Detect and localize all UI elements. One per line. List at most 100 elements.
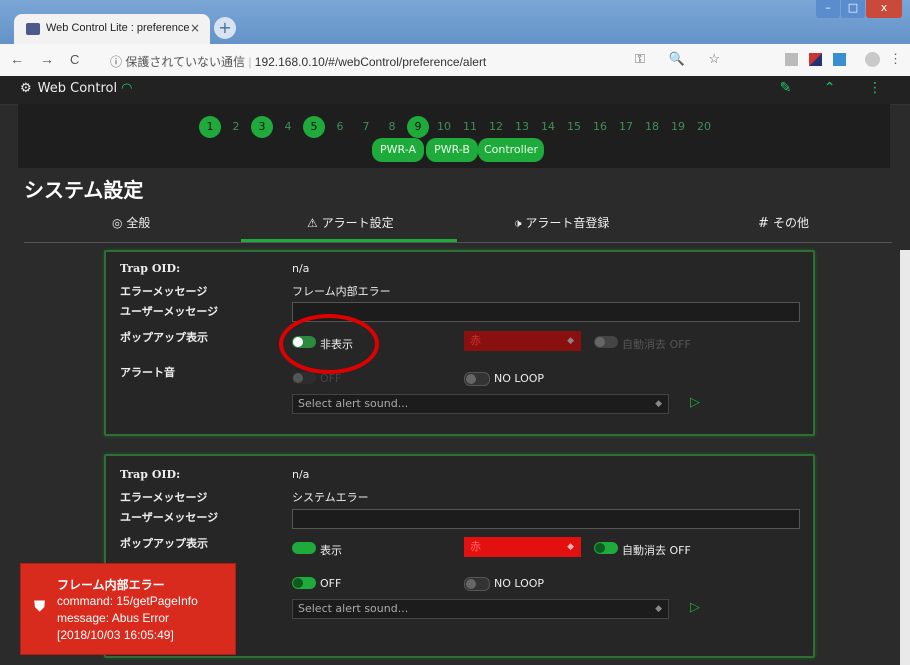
unit-number-button[interactable]: 13 bbox=[511, 116, 533, 138]
loop-text: NO LOOP bbox=[494, 577, 545, 590]
tab-general[interactable]: ◎ 全般 bbox=[112, 214, 150, 231]
trap-oid-label: Trap OID: bbox=[120, 468, 181, 481]
tab-alert-settings[interactable]: ⚠ アラート設定 bbox=[307, 214, 394, 231]
unit-number-button[interactable]: 2 bbox=[225, 116, 247, 138]
target-icon: ◎ bbox=[112, 216, 123, 230]
unit-number-button[interactable]: 14 bbox=[537, 116, 559, 138]
tab-label: アラート設定 bbox=[321, 216, 394, 230]
auto-clear-text: 自動消去 OFF bbox=[622, 338, 691, 351]
toggle-knob bbox=[293, 373, 303, 383]
unit-number-button[interactable]: 4 bbox=[277, 116, 299, 138]
minimize-button[interactable]: – bbox=[816, 0, 840, 18]
unit-number-button[interactable]: 6 bbox=[329, 116, 351, 138]
loop-text: NO LOOP bbox=[494, 372, 545, 385]
profile-icon[interactable] bbox=[865, 52, 880, 67]
url-text: 192.168.0.10/#/webControl/preference/ale… bbox=[254, 55, 487, 69]
unit-number-button[interactable]: 15 bbox=[563, 116, 585, 138]
unit-number-button[interactable]: 3 bbox=[251, 116, 273, 138]
toast-title: フレーム内部エラー bbox=[57, 578, 165, 592]
close-window-button[interactable]: x bbox=[866, 0, 902, 18]
user-message-input[interactable] bbox=[292, 302, 800, 322]
popup-toggle-text: 表示 bbox=[320, 544, 342, 557]
device-pill[interactable]: Controller bbox=[478, 138, 544, 162]
unit-number-button[interactable]: 12 bbox=[485, 116, 507, 138]
user-message-input[interactable] bbox=[292, 509, 800, 529]
brand[interactable]: ⚙ Web Control ◠ bbox=[20, 81, 132, 96]
browser-menu-icon[interactable]: ⋮ bbox=[889, 51, 902, 67]
extension-icon[interactable] bbox=[785, 53, 798, 66]
tab-title: Web Control Lite : preference bbox=[46, 22, 190, 34]
error-message-value: システムエラー bbox=[292, 491, 369, 504]
alert-sound-select[interactable]: Select alert sound... ◆ bbox=[292, 599, 669, 619]
connection-icon: ◠ bbox=[121, 81, 133, 96]
unit-number-button[interactable]: 18 bbox=[641, 116, 663, 138]
alert-card: Trap OID: n/a エラーメッセージ フレーム内部エラー ユーザーメッセ… bbox=[104, 250, 815, 436]
toggle-knob bbox=[595, 543, 605, 553]
unit-number-button[interactable]: 9 bbox=[407, 116, 429, 138]
unit-number-button[interactable]: 19 bbox=[667, 116, 689, 138]
new-tab-button[interactable]: + bbox=[214, 17, 236, 39]
toggle-knob bbox=[466, 579, 476, 589]
user-message-label: ユーザーメッセージ bbox=[120, 305, 219, 318]
toast-timestamp: [2018/10/03 16:05:49] bbox=[57, 628, 174, 642]
device-pill[interactable]: PWR-B bbox=[426, 138, 478, 162]
tab-other[interactable]: # その他 bbox=[758, 214, 809, 231]
address-bar: ← → C ⓘ 保護されていない通信 | 192.168.0.10/#/webC… bbox=[0, 44, 910, 77]
popup-color-select[interactable]: 赤 ◆ bbox=[464, 537, 581, 557]
toggle-knob bbox=[595, 337, 605, 347]
loop-toggle[interactable] bbox=[464, 577, 490, 591]
select-value: 赤 bbox=[470, 334, 481, 347]
forward-icon[interactable]: → bbox=[40, 51, 54, 67]
unit-number-button[interactable]: 7 bbox=[355, 116, 377, 138]
back-icon[interactable]: ← bbox=[10, 51, 24, 67]
address-actions[interactable]: ⚿ 🔍 ☆ bbox=[635, 51, 730, 67]
sound-toggle[interactable] bbox=[292, 372, 316, 384]
hash-icon: # bbox=[758, 216, 769, 231]
unit-number-button[interactable]: 8 bbox=[381, 116, 403, 138]
warning-icon: ⚠ bbox=[307, 216, 318, 230]
scrollbar[interactable] bbox=[900, 250, 910, 665]
chevron-down-icon: ◆ bbox=[567, 336, 574, 346]
tab-label: アラート音登録 bbox=[525, 216, 610, 230]
toast-command: command: 15/getPageInfo bbox=[57, 594, 198, 608]
extension-icon[interactable] bbox=[833, 53, 846, 66]
sound-toggle[interactable] bbox=[292, 577, 316, 589]
extension-icon[interactable] bbox=[809, 53, 822, 66]
alert-sound-select[interactable]: Select alert sound... ◆ bbox=[292, 394, 669, 414]
device-pill[interactable]: PWR-A bbox=[372, 138, 424, 162]
maximize-button[interactable]: □ bbox=[841, 0, 865, 18]
reload-icon[interactable]: C bbox=[70, 52, 79, 67]
annotation-circle bbox=[279, 314, 379, 374]
header-actions[interactable]: ✎ ⌃ ⋮ bbox=[780, 80, 896, 96]
error-message-value: フレーム内部エラー bbox=[292, 285, 391, 298]
trap-oid-label: Trap OID: bbox=[120, 262, 181, 275]
unit-number-button[interactable]: 16 bbox=[589, 116, 611, 138]
auto-clear-toggle[interactable] bbox=[594, 542, 618, 554]
popup-toggle[interactable] bbox=[292, 542, 316, 554]
select-value: 赤 bbox=[470, 540, 481, 553]
toggle-knob bbox=[305, 543, 315, 553]
loop-toggle[interactable] bbox=[464, 372, 490, 386]
error-toast[interactable]: ⛊ フレーム内部エラー command: 15/getPageInfo mess… bbox=[20, 563, 236, 655]
chevron-down-icon: ◆ bbox=[567, 542, 574, 552]
favicon-icon bbox=[26, 23, 40, 35]
security-indicator[interactable]: ⓘ 保護されていない通信 bbox=[110, 55, 245, 69]
unit-number-button[interactable]: 11 bbox=[459, 116, 481, 138]
popup-color-select[interactable]: 赤 ◆ bbox=[464, 331, 581, 351]
unit-number-button[interactable]: 5 bbox=[303, 116, 325, 138]
unit-number-button[interactable]: 20 bbox=[693, 116, 715, 138]
active-tab-indicator bbox=[241, 239, 457, 242]
unit-number-button[interactable]: 17 bbox=[615, 116, 637, 138]
gear-icon: ⚙ bbox=[20, 81, 32, 96]
play-icon[interactable]: ▷ bbox=[690, 600, 700, 615]
error-message-label: エラーメッセージ bbox=[120, 285, 208, 298]
auto-clear-toggle[interactable] bbox=[594, 336, 618, 348]
tab-alert-sound[interactable]: 🕩 アラート音登録 bbox=[514, 214, 609, 231]
speaker-icon: 🕩 bbox=[514, 216, 522, 230]
browser-tab[interactable]: Web Control Lite : preference × bbox=[14, 14, 210, 44]
unit-number-button[interactable]: 1 bbox=[199, 116, 221, 138]
tab-close-icon[interactable]: × bbox=[190, 21, 200, 35]
play-icon[interactable]: ▷ bbox=[690, 395, 700, 410]
unit-number-button[interactable]: 10 bbox=[433, 116, 455, 138]
url-field[interactable]: ⓘ 保護されていない通信 | 192.168.0.10/#/webControl… bbox=[110, 53, 486, 70]
